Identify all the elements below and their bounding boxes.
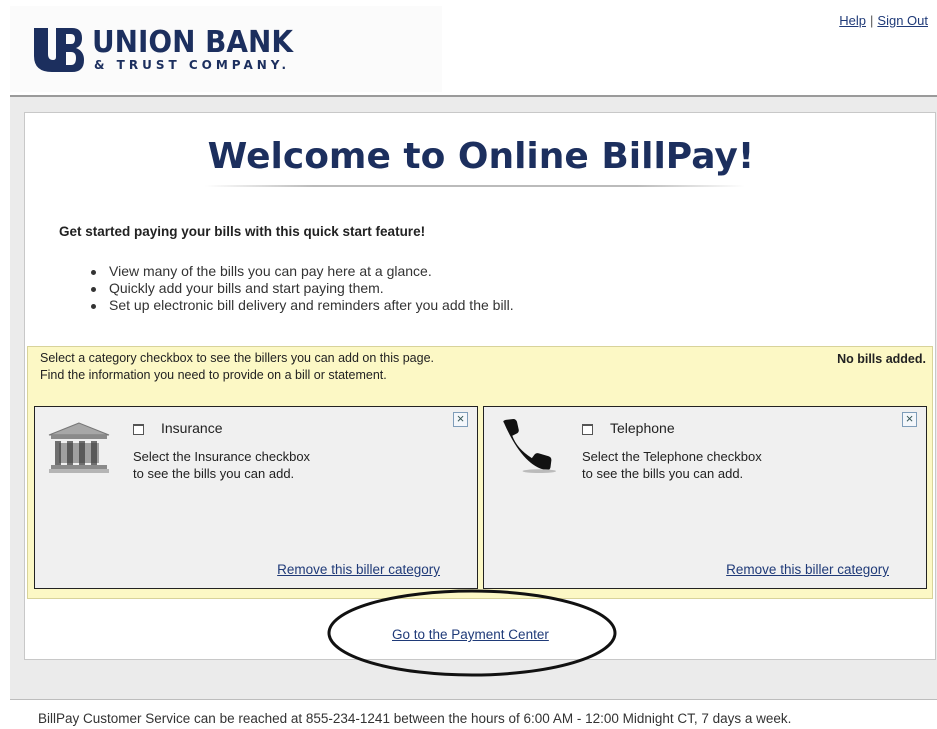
category-card-insurance: × Insurance Select the Insurance checkbo… [34,406,478,589]
telephone-handset-icon [503,419,557,473]
page-title: Welcome to Online BillPay! [207,136,755,177]
intro-text: Get started paying your bills with this … [59,224,426,239]
quick-start-panel: Welcome to Online BillPay! Get started p… [24,112,936,660]
help-link[interactable]: Help [839,13,866,28]
card-description: Select the Telephone checkbox to see the… [582,449,762,481]
feature-item: View many of the bills you can pay here … [87,263,514,280]
top-links: Help | Sign Out [839,13,928,28]
telephone-checkbox[interactable] [582,424,593,435]
remove-category-link[interactable]: Remove this biller category [277,562,440,577]
category-hint: Find the information you need to provide… [40,368,387,382]
close-icon[interactable]: × [902,412,917,427]
feature-list: View many of the bills you can pay here … [87,263,514,314]
card-title: Insurance [161,420,223,436]
logo-bank-name: UNION BANK [92,25,293,60]
bank-building-icon [48,422,110,473]
card-description: Select the Insurance checkbox to see the… [133,449,311,481]
customer-service-footer: BillPay Customer Service can be reached … [38,711,792,726]
remove-category-link[interactable]: Remove this biller category [726,562,889,577]
header: UNION BANK & TRUST COMPANY. Help | Sign Ou… [0,0,937,93]
bank-logo: UNION BANK & TRUST COMPANY. [10,6,442,92]
feature-item: Set up electronic bill delivery and remi… [87,297,514,314]
card-title: Telephone [610,420,675,436]
highlight-oval [327,589,617,677]
close-icon[interactable]: × [453,412,468,427]
logo-subtitle: & TRUST COMPANY. [94,58,291,72]
title-divider [205,185,745,187]
feature-item: Quickly add your bills and start paying … [87,280,514,297]
category-card-telephone: × Telephone Select the Telephone checkbo… [483,406,927,589]
insurance-checkbox[interactable] [133,424,144,435]
bills-status: No bills added. [837,352,926,366]
category-instructions: Select a category checkbox to see the bi… [40,351,434,365]
sign-out-link[interactable]: Sign Out [877,13,928,28]
biller-categories-box: Select a category checkbox to see the bi… [27,346,933,599]
link-separator: | [870,13,874,28]
ub-monogram-icon [34,28,84,72]
